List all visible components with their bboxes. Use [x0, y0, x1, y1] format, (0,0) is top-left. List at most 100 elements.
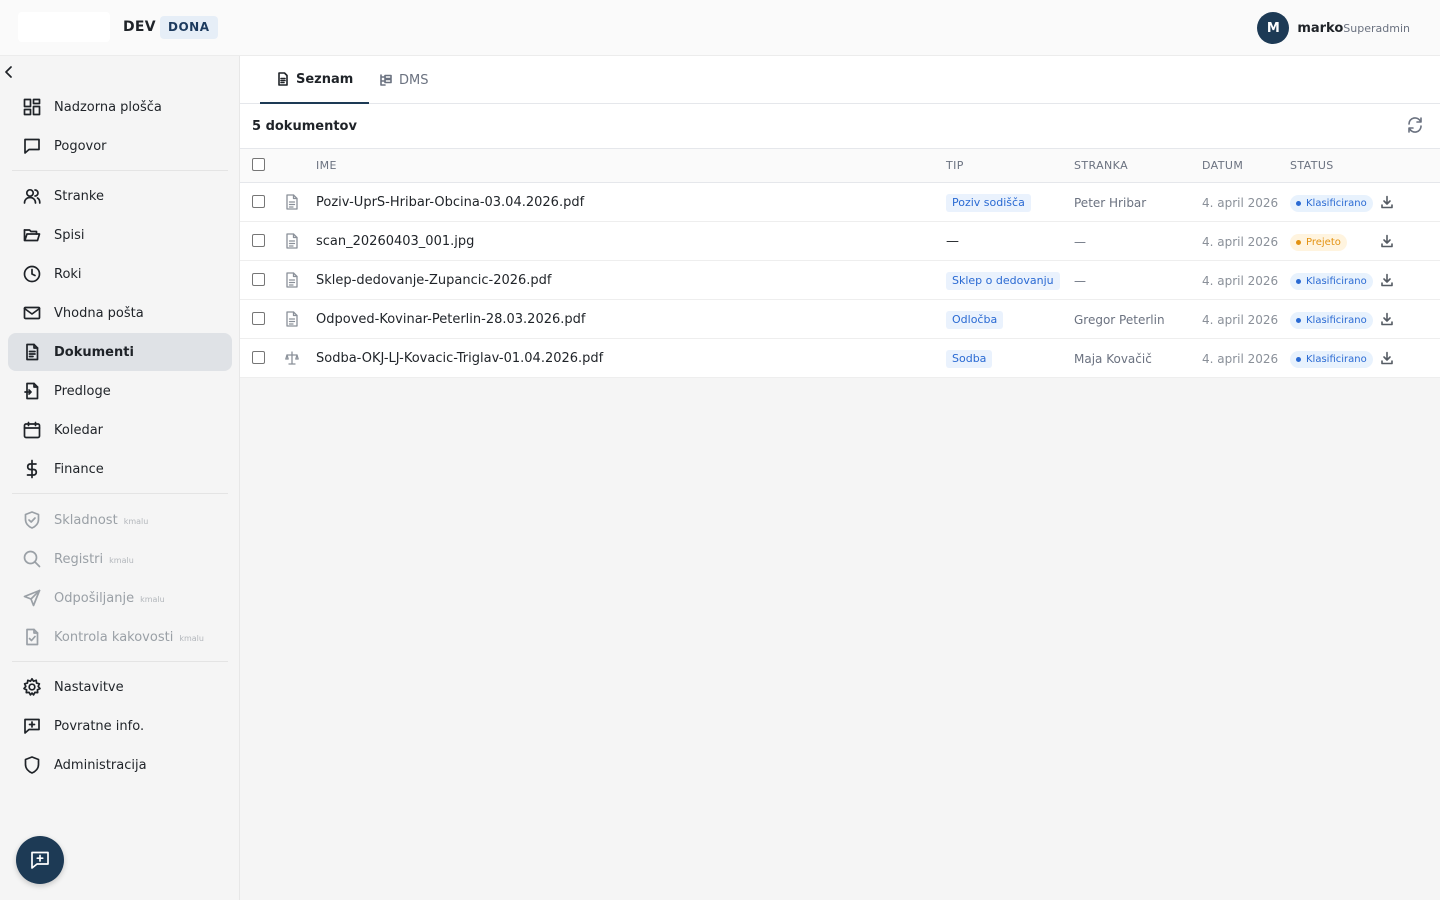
sidebar-item-settings[interactable]: Nastavitve	[8, 668, 232, 706]
document-date: 4. april 2026	[1202, 235, 1279, 249]
row-checkbox[interactable]	[252, 351, 265, 364]
collapse-sidebar-button[interactable]	[2, 65, 16, 79]
refresh-icon	[1408, 117, 1422, 133]
user-menu[interactable]: M marko Superadmin	[1257, 12, 1410, 44]
table-row[interactable]: Odpoved-Kovinar-Peterlin-28.03.2026.pdf …	[240, 300, 1440, 339]
row-checkbox[interactable]	[252, 312, 265, 325]
sidebar-divider	[12, 170, 228, 171]
sidebar-item-deadlines[interactable]: Roki	[8, 255, 232, 293]
logo[interactable]	[18, 12, 110, 42]
documents-count: 5 dokumentov	[252, 119, 357, 134]
tab-bar: Seznam DMS	[240, 56, 1440, 104]
sidebar-item-registers: Registri kmalu	[8, 540, 232, 578]
sidebar-item-templates[interactable]: Predloge	[8, 372, 232, 410]
avatar[interactable]: M	[1257, 12, 1290, 44]
sidebar-item-administration[interactable]: Administracija	[8, 746, 232, 784]
download-button[interactable]	[1380, 350, 1394, 365]
row-checkbox[interactable]	[252, 234, 265, 247]
document-type: —	[946, 234, 959, 249]
document-type-tag: Sklep o dedovanju	[946, 272, 1060, 290]
document-name[interactable]: scan_20260403_001.jpg	[316, 234, 474, 249]
documents-panel: 5 dokumentov IME TIP STRANKA DATUM STATU…	[240, 104, 1440, 378]
chevron-left-icon	[5, 66, 12, 78]
sidebar-item-label: Spisi	[54, 227, 85, 243]
file-check-icon	[22, 627, 42, 647]
row-checkbox[interactable]	[252, 273, 265, 286]
document-name[interactable]: Poziv-UprS-Hribar-Obcina-03.04.2026.pdf	[316, 195, 584, 210]
status-badge: Klasificirano	[1290, 273, 1373, 290]
sidebar-item-finance[interactable]: Finance	[8, 450, 232, 488]
user-role: Superadmin	[1343, 21, 1410, 35]
sidebar-item-label: Pogovor	[54, 138, 107, 154]
clock-icon	[22, 264, 42, 284]
sidebar-divider	[12, 493, 228, 494]
document-type-tag: Poziv sodišča	[946, 194, 1031, 212]
column-header-client[interactable]: STRANKA	[1074, 159, 1128, 172]
download-button[interactable]	[1380, 233, 1394, 248]
document-icon	[285, 194, 299, 210]
document-name[interactable]: Sklep-dedovanje-Zupancic-2026.pdf	[316, 273, 552, 288]
table-row[interactable]: Sklep-dedovanje-Zupancic-2026.pdf Sklep …	[240, 261, 1440, 300]
coming-soon-badge: kmalu	[109, 556, 134, 565]
row-checkbox[interactable]	[252, 195, 265, 208]
sidebar-item-dispatch: Odpošiljanje kmalu	[8, 579, 232, 617]
sidebar-item-calendar[interactable]: Koledar	[8, 411, 232, 449]
sidebar-item-dashboard[interactable]: Nadzorna plošča	[8, 88, 232, 126]
sidebar-divider	[12, 661, 228, 662]
table-row[interactable]: Poziv-UprS-Hribar-Obcina-03.04.2026.pdf …	[240, 183, 1440, 222]
column-header-date[interactable]: DATUM	[1202, 159, 1243, 172]
users-icon	[22, 186, 42, 206]
sidebar-item-label: Administracija	[54, 757, 147, 773]
refresh-button[interactable]	[1406, 116, 1424, 134]
status-badge: Klasificirano	[1290, 195, 1373, 212]
download-icon	[1381, 273, 1393, 287]
tab-seznam[interactable]: Seznam	[260, 56, 370, 104]
download-button[interactable]	[1380, 194, 1394, 209]
column-header-type[interactable]: TIP	[946, 159, 964, 172]
download-button[interactable]	[1380, 311, 1394, 326]
document-name[interactable]: Sodba-OKJ-LJ-Kovacic-Triglav-01.04.2026.…	[316, 351, 603, 366]
document-icon	[285, 233, 299, 249]
feedback-icon	[22, 716, 42, 736]
send-icon	[22, 588, 42, 608]
sidebar-item-clients[interactable]: Stranke	[8, 177, 232, 215]
gear-icon	[22, 677, 42, 697]
sidebar-item-documents[interactable]: Dokumenti	[8, 333, 232, 371]
sidebar-item-label: Kontrola kakovosti	[54, 629, 174, 645]
sidebar-item-files[interactable]: Spisi	[8, 216, 232, 254]
sidebar-item-label: Povratne info.	[54, 718, 145, 734]
document-client: Gregor Peterlin	[1074, 313, 1165, 327]
hierarchy-icon	[380, 74, 392, 86]
sidebar-item-quality-control: Kontrola kakovosti kmalu	[8, 618, 232, 656]
document-name[interactable]: Odpoved-Kovinar-Peterlin-28.03.2026.pdf	[316, 312, 585, 327]
environment-label: DEV	[123, 19, 156, 35]
sidebar-item-label: Odpošiljanje	[54, 590, 135, 606]
top-header: DEV DONA M marko Superadmin	[0, 0, 1440, 56]
download-icon	[1381, 312, 1393, 326]
brand-badge: DONA	[160, 16, 218, 39]
sidebar-item-label: Koledar	[54, 422, 104, 438]
select-all-checkbox[interactable]	[252, 158, 265, 171]
search-icon	[22, 549, 42, 569]
table-row[interactable]: Sodba-OKJ-LJ-Kovacic-Triglav-01.04.2026.…	[240, 339, 1440, 378]
coming-soon-badge: kmalu	[123, 517, 149, 526]
document-date: 4. april 2026	[1202, 352, 1279, 366]
table-row[interactable]: scan_20260403_001.jpg — — 4. april 2026 …	[240, 222, 1440, 261]
column-header-name[interactable]: IME	[316, 159, 337, 172]
coming-soon-badge: kmalu	[179, 634, 204, 643]
download-icon	[1381, 351, 1393, 365]
status-badge: Klasificirano	[1290, 312, 1373, 329]
download-button[interactable]	[1380, 272, 1394, 287]
sidebar-item-chat[interactable]: Pogovor	[8, 127, 232, 165]
download-icon	[1381, 234, 1393, 248]
sidebar-item-label: Registri	[54, 551, 104, 567]
document-icon	[278, 72, 288, 86]
column-header-status[interactable]: STATUS	[1290, 159, 1334, 172]
tab-dms[interactable]: DMS	[363, 56, 444, 104]
sidebar-item-label: Skladnost	[54, 512, 118, 528]
status-badge: Prejeto	[1290, 234, 1347, 251]
dashboard-icon	[22, 97, 42, 117]
sidebar-item-feedback[interactable]: Povratne info.	[8, 707, 232, 745]
feedback-fab-button[interactable]	[16, 836, 64, 884]
sidebar-item-inbox[interactable]: Vhodna pošta	[8, 294, 232, 332]
